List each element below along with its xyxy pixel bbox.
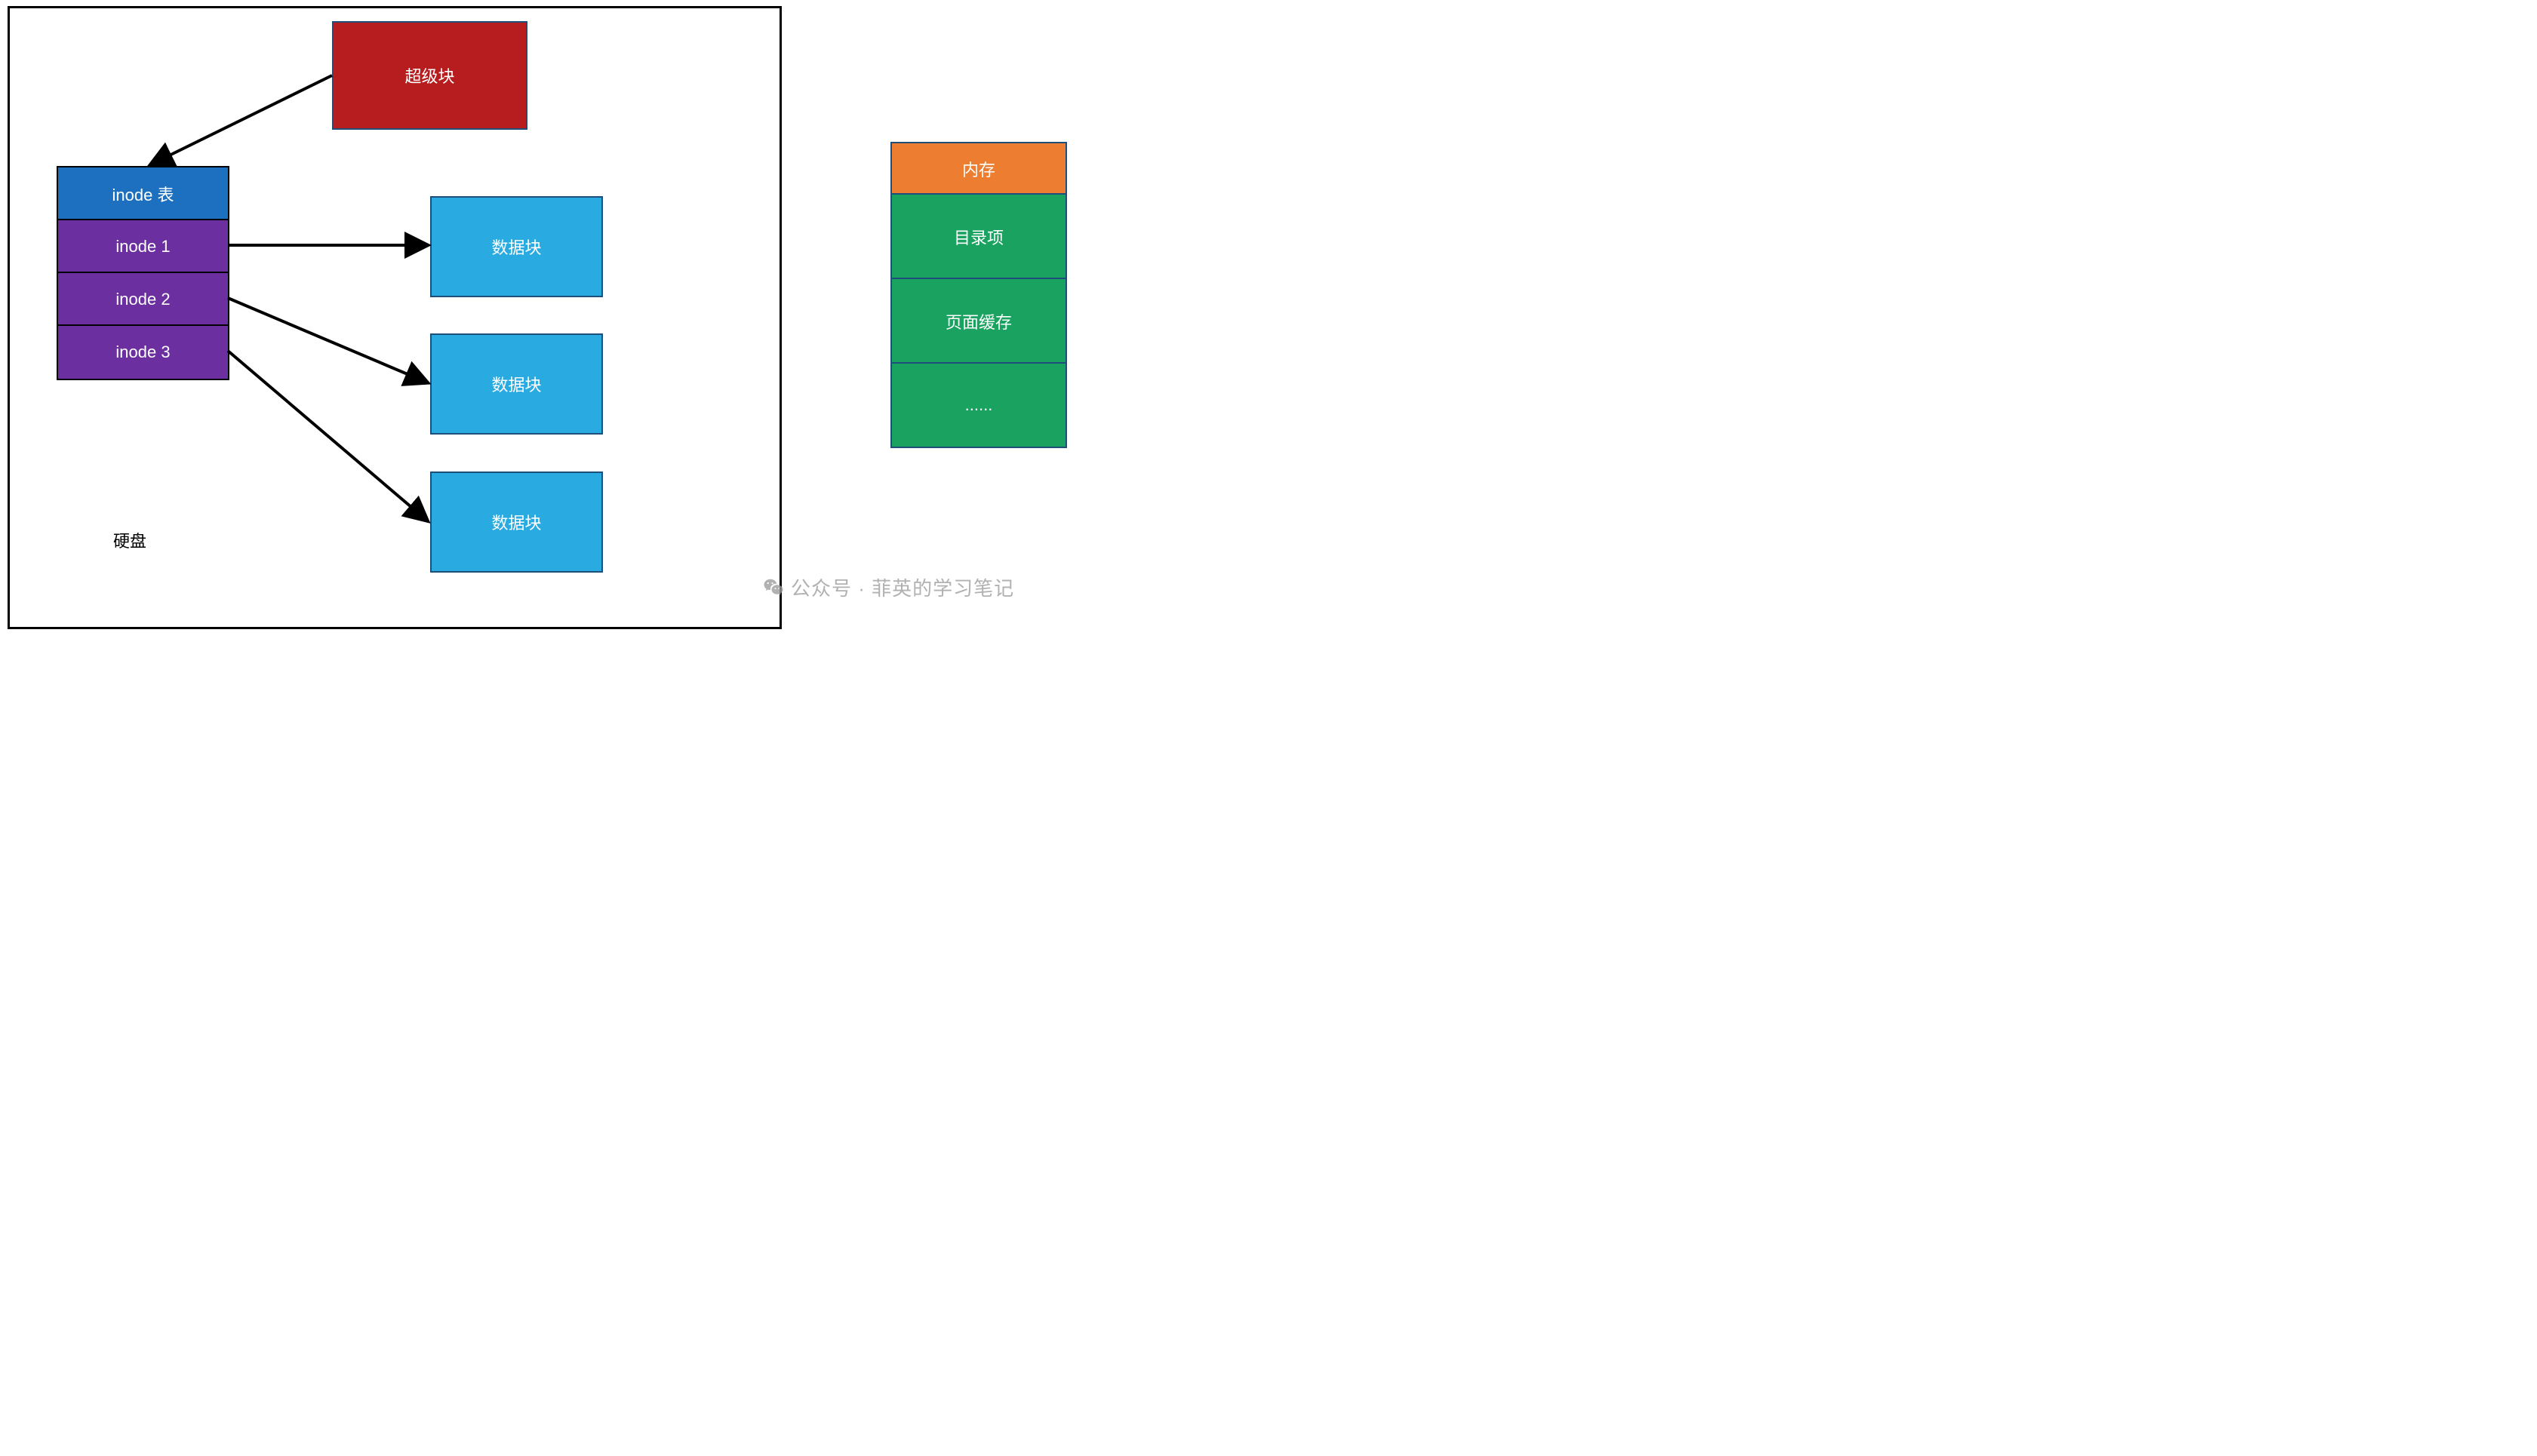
memory-cell-label: ......: [965, 395, 993, 415]
memory-cell: ......: [890, 362, 1067, 448]
memory-cell: 页面缓存: [890, 278, 1067, 365]
memory-cell-label: 页面缓存: [946, 309, 1012, 333]
data-block-label: 数据块: [491, 372, 541, 396]
super-block: 超级块: [332, 21, 527, 130]
inode-entry: inode 3: [57, 324, 229, 380]
inode-entry-label: inode 1: [115, 237, 170, 256]
super-block-label: 超级块: [404, 63, 454, 88]
memory-header: 内存: [890, 142, 1067, 196]
watermark: 公众号 · 菲英的学习笔记: [762, 573, 1014, 601]
inode-entry-label: inode 2: [115, 290, 170, 309]
memory-cell: 目录项: [890, 193, 1067, 281]
data-block: 数据块: [430, 472, 603, 573]
data-block: 数据块: [430, 333, 603, 435]
disk-label: 硬盘: [113, 528, 146, 552]
data-block-label: 数据块: [491, 510, 541, 534]
inode-entry: inode 1: [57, 219, 229, 275]
watermark-text: 公众号 · 菲英的学习笔记: [791, 573, 1014, 601]
inode-entry: inode 2: [57, 272, 229, 327]
inode-table-header-label: inode 表: [112, 182, 174, 206]
memory-header-label: 内存: [962, 157, 995, 181]
inode-table-header: inode 表: [57, 166, 229, 222]
memory-cell-label: 目录项: [954, 225, 1004, 249]
wechat-icon: [762, 576, 785, 599]
diagram-stage: 超级块 inode 表 inode 1 inode 2 inode 3 数据块 …: [0, 0, 1102, 634]
inode-entry-label: inode 3: [115, 342, 170, 362]
data-block-label: 数据块: [491, 235, 541, 259]
data-block: 数据块: [430, 196, 603, 297]
